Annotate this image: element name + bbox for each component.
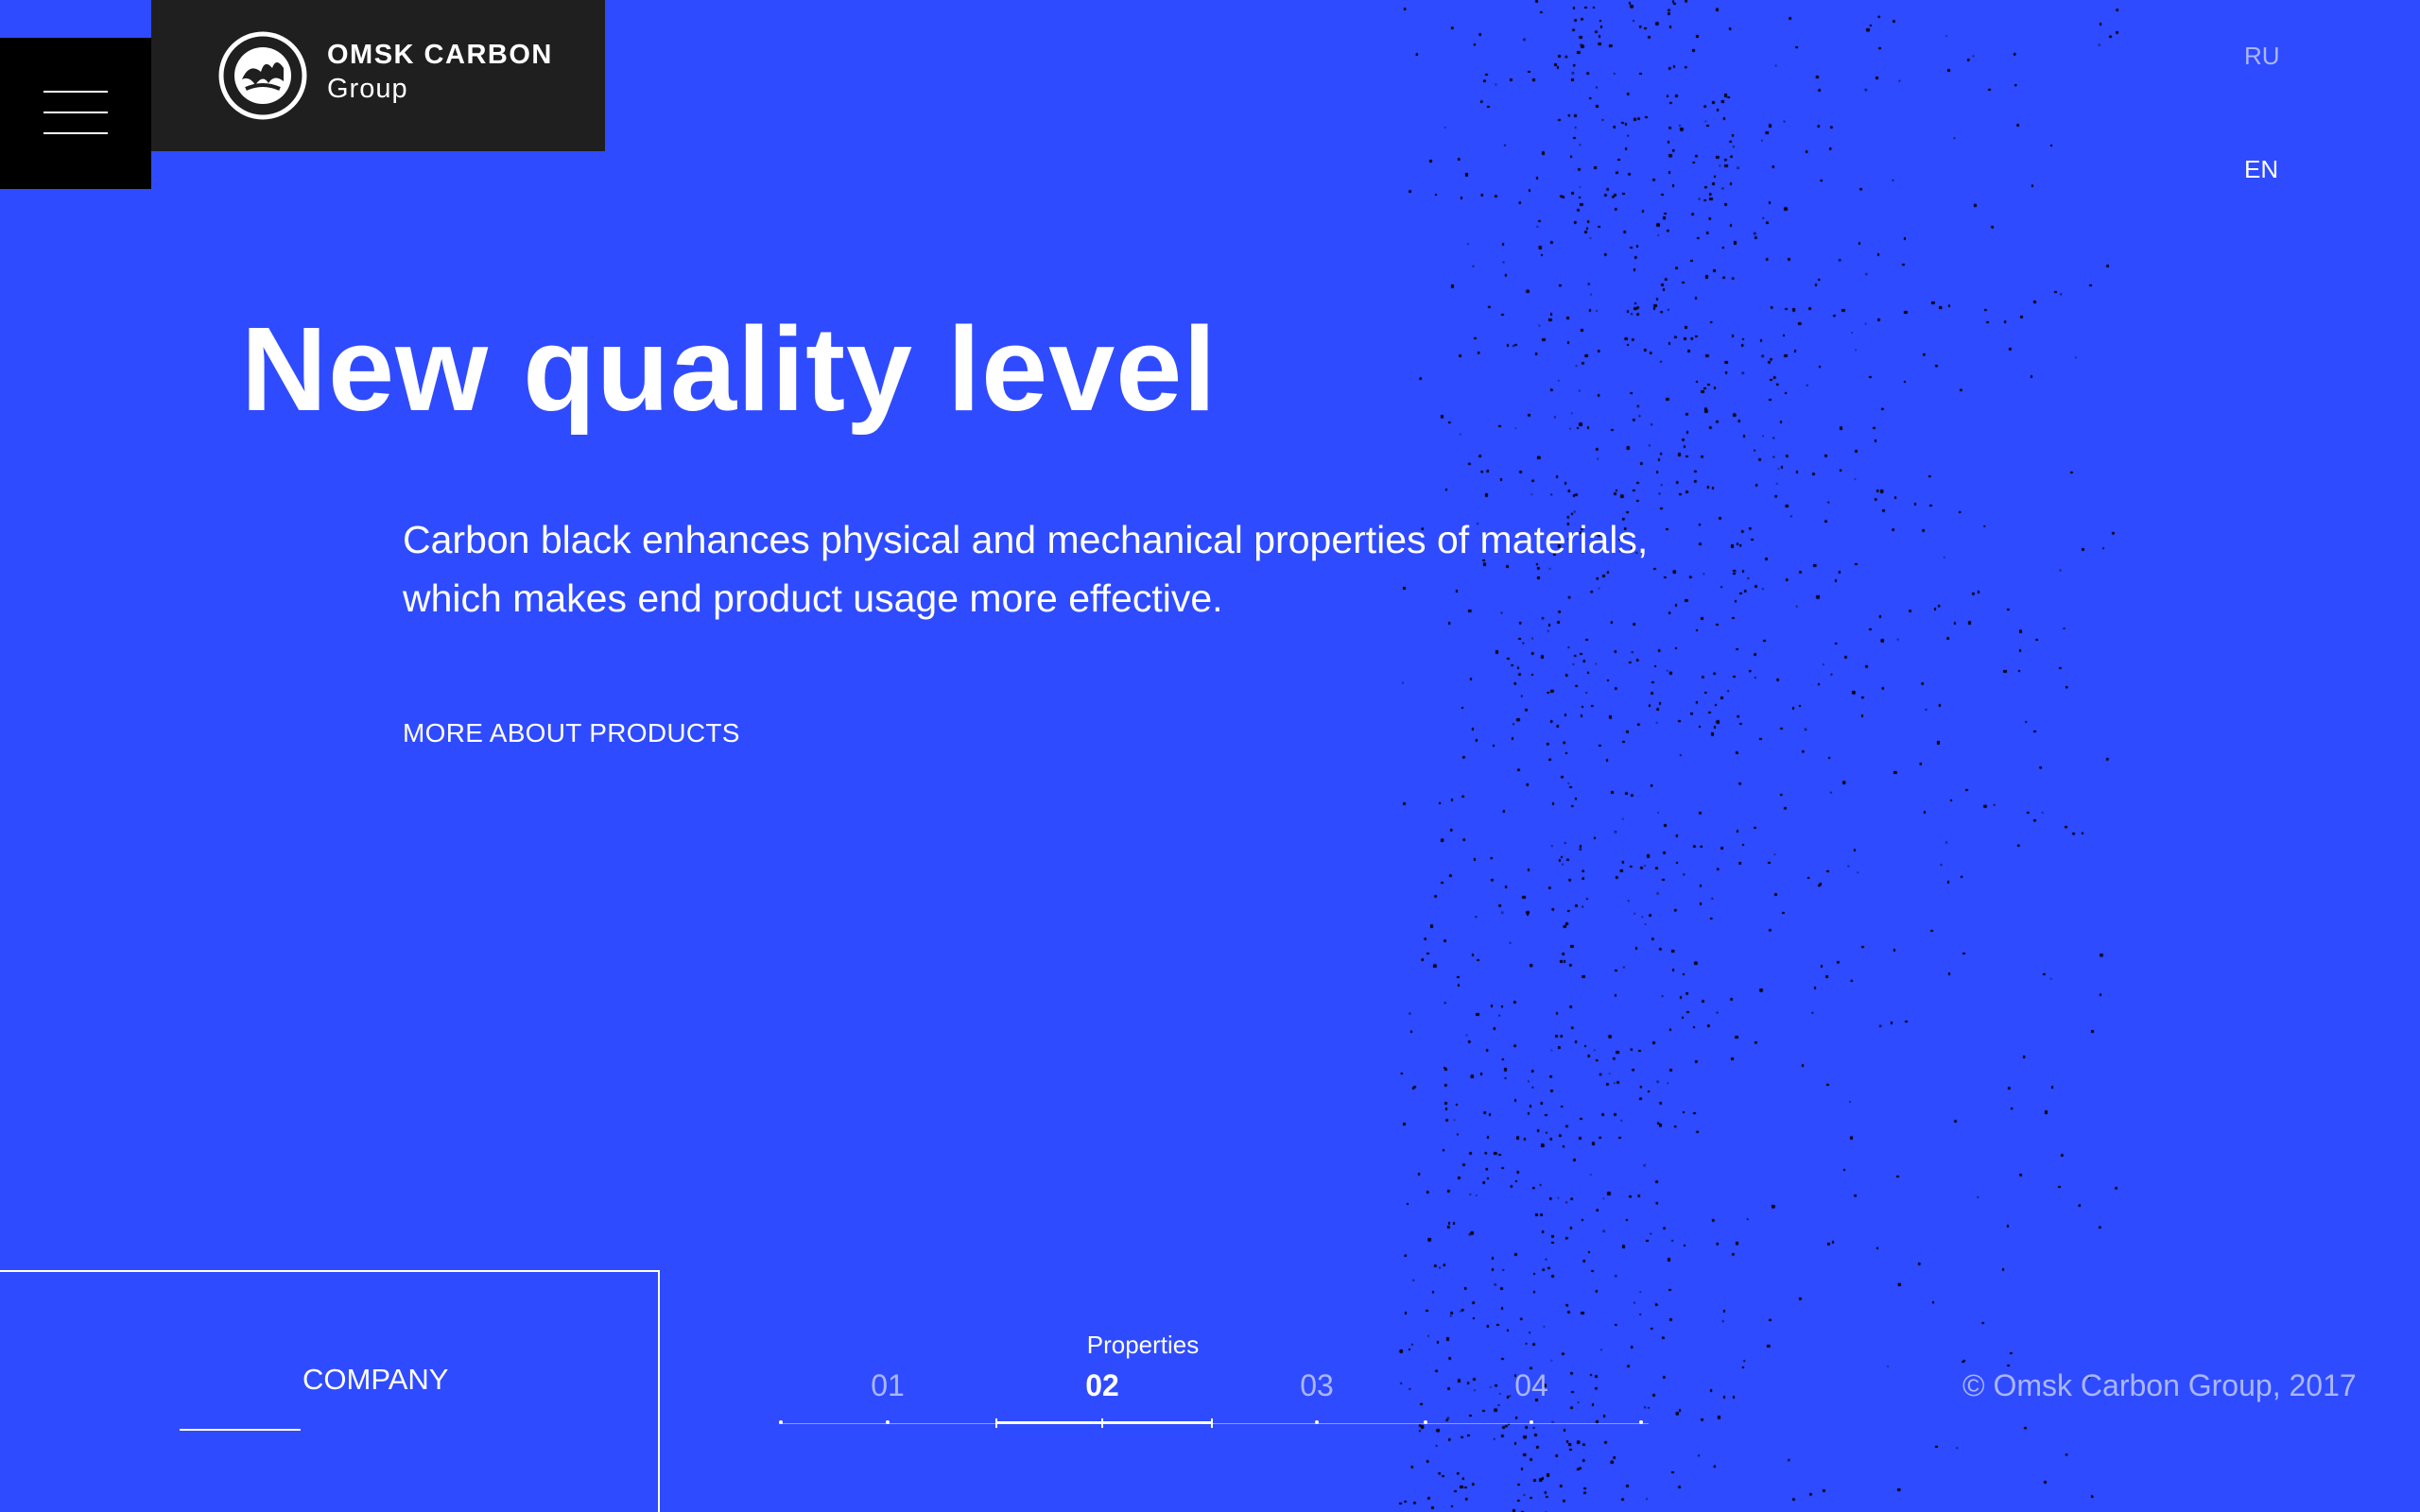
hero-description: Carbon black enhances physical and mecha… xyxy=(403,518,1649,620)
page: OMSK CARBON Group RU EN New quality leve… xyxy=(0,0,2420,1512)
slide-track-dot xyxy=(779,1420,783,1424)
language-en-link[interactable]: EN xyxy=(2244,155,2278,184)
omsk-carbon-logo-icon xyxy=(218,31,307,120)
brand-subtitle: Group xyxy=(327,74,408,104)
slide-tab-01[interactable]: 01 xyxy=(871,1368,905,1403)
slide-tab-03[interactable]: 03 xyxy=(1300,1368,1334,1403)
company-underline xyxy=(180,1429,301,1431)
brand-name: OMSK CARBON xyxy=(327,40,553,70)
slide-track-tick xyxy=(1211,1418,1213,1428)
active-slide-caption: Properties xyxy=(1086,1331,1200,1359)
slide-progress-track xyxy=(779,1423,1649,1424)
slide-track-tick xyxy=(1101,1418,1103,1428)
brand-logo-link[interactable]: OMSK CARBON Group xyxy=(151,0,605,151)
slide-track-dot xyxy=(1639,1420,1643,1424)
slide-navigation: Properties 01 02 03 04 xyxy=(779,1323,1649,1436)
slide-progress-active xyxy=(996,1421,1212,1424)
more-about-products-link[interactable]: MORE ABOUT PRODUCTS xyxy=(403,718,740,748)
company-link[interactable]: COMPANY xyxy=(0,1270,660,1512)
slide-tab-02[interactable]: 02 xyxy=(1085,1368,1119,1403)
slide-track-tick xyxy=(995,1418,997,1428)
slide-tab-04[interactable]: 04 xyxy=(1514,1368,1548,1403)
slide-track-dot xyxy=(886,1420,890,1424)
slide-track-dot xyxy=(1315,1420,1319,1424)
company-label: COMPANY xyxy=(302,1363,449,1396)
slide-track-dot xyxy=(1530,1420,1533,1424)
copyright-text: © Omsk Carbon Group, 2017 xyxy=(1962,1368,2357,1402)
hero-headline: New quality level xyxy=(241,302,1218,436)
language-ru-link[interactable]: RU xyxy=(2244,42,2280,71)
menu-button[interactable] xyxy=(0,38,151,189)
slide-track-dot xyxy=(1424,1420,1427,1424)
